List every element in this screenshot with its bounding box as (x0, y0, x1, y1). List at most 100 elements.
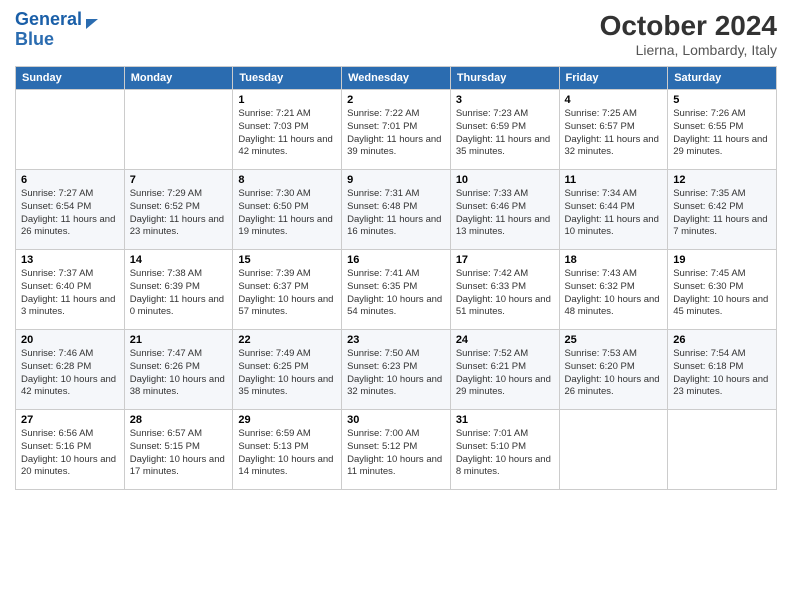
day-info-3-0: Sunrise: 7:46 AM Sunset: 6:28 PM Dayligh… (21, 348, 119, 399)
header: General Blue October 2024 Lierna, Lombar… (15, 10, 777, 58)
week-row-3: 20 Sunrise: 7:46 AM Sunset: 6:28 PM Dayli… (16, 330, 777, 410)
cell-1-2: 8 Sunrise: 7:30 AM Sunset: 6:50 PM Daylig… (233, 170, 342, 250)
day-num-1-1: 7 (130, 174, 228, 186)
day-num-2-3: 16 (347, 254, 445, 266)
day-num-2-1: 14 (130, 254, 228, 266)
day-num-3-3: 23 (347, 334, 445, 346)
cell-1-0: 6Sunrise: 7:27 AM Sunset: 6:54 PM Daylig… (16, 170, 125, 250)
cell-0-3: 2 Sunrise: 7:22 AM Sunset: 7:01 PM Daylig… (342, 90, 451, 170)
cell-4-0: 27 Sunrise: 6:56 AM Sunset: 5:16 PM Dayli… (16, 410, 125, 490)
cell-2-0: 13Sunrise: 7:37 AM Sunset: 6:40 PM Dayli… (16, 250, 125, 330)
day-num-0-3: 2 (347, 94, 445, 106)
day-num-1-2: 8 (238, 174, 336, 186)
day-info-3-1: Sunrise: 7:47 AM Sunset: 6:26 PM Dayligh… (130, 348, 228, 399)
day-info-1-6: Sunrise: 7:35 AM Sunset: 6:42 PM Dayligh… (673, 188, 771, 239)
logo-general: General (15, 9, 82, 29)
col-friday: Friday (559, 67, 668, 90)
day-num-1-6: 12 (673, 174, 771, 186)
day-info-2-3: Sunrise: 7:41 AM Sunset: 6:35 PM Dayligh… (347, 268, 445, 319)
day-num-0-6: 5 (673, 94, 771, 106)
day-num-3-2: 22 (238, 334, 336, 346)
cell-3-0: 20 Sunrise: 7:46 AM Sunset: 6:28 PM Dayli… (16, 330, 125, 410)
day-num-0-4: 3 (456, 94, 554, 106)
day-info-2-1: Sunrise: 7:38 AM Sunset: 6:39 PM Dayligh… (130, 268, 228, 319)
day-info-3-5: Sunrise: 7:53 AM Sunset: 6:20 PM Dayligh… (565, 348, 663, 399)
cell-3-5: 25 Sunrise: 7:53 AM Sunset: 6:20 PM Dayli… (559, 330, 668, 410)
cell-3-1: 21 Sunrise: 7:47 AM Sunset: 6:26 PM Dayli… (124, 330, 233, 410)
cell-4-5 (559, 410, 668, 490)
day-num-1-4: 10 (456, 174, 554, 186)
cell-2-2: 15 Sunrise: 7:39 AM Sunset: 6:37 PM Dayli… (233, 250, 342, 330)
day-info-1-2: Sunrise: 7:30 AM Sunset: 6:50 PM Dayligh… (238, 188, 336, 239)
cell-0-5: 4 Sunrise: 7:25 AM Sunset: 6:57 PM Daylig… (559, 90, 668, 170)
day-info-0-5: Sunrise: 7:25 AM Sunset: 6:57 PM Dayligh… (565, 108, 663, 159)
day-num-3-4: 24 (456, 334, 554, 346)
cell-1-4: 10 Sunrise: 7:33 AM Sunset: 6:46 PM Dayli… (450, 170, 559, 250)
logo: General Blue (15, 10, 98, 50)
cell-3-3: 23 Sunrise: 7:50 AM Sunset: 6:23 PM Dayli… (342, 330, 451, 410)
day-info-1-3: Sunrise: 7:31 AM Sunset: 6:48 PM Dayligh… (347, 188, 445, 239)
day-info-3-2: Sunrise: 7:49 AM Sunset: 6:25 PM Dayligh… (238, 348, 336, 399)
week-row-2: 13Sunrise: 7:37 AM Sunset: 6:40 PM Dayli… (16, 250, 777, 330)
col-tuesday: Tuesday (233, 67, 342, 90)
day-info-2-6: Sunrise: 7:45 AM Sunset: 6:30 PM Dayligh… (673, 268, 771, 319)
day-info-1-0: Sunrise: 7:27 AM Sunset: 6:54 PM Dayligh… (21, 188, 119, 239)
day-info-4-1: Sunrise: 6:57 AM Sunset: 5:15 PM Dayligh… (130, 428, 228, 479)
cell-4-1: 28Sunrise: 6:57 AM Sunset: 5:15 PM Dayli… (124, 410, 233, 490)
day-info-3-4: Sunrise: 7:52 AM Sunset: 6:21 PM Dayligh… (456, 348, 554, 399)
calendar-header-row: Sunday Monday Tuesday Wednesday Thursday… (16, 67, 777, 90)
day-info-0-4: Sunrise: 7:23 AM Sunset: 6:59 PM Dayligh… (456, 108, 554, 159)
calendar-title: October 2024 (600, 10, 777, 42)
cell-2-6: 19 Sunrise: 7:45 AM Sunset: 6:30 PM Dayli… (668, 250, 777, 330)
cell-1-1: 7 Sunrise: 7:29 AM Sunset: 6:52 PM Daylig… (124, 170, 233, 250)
day-num-0-5: 4 (565, 94, 663, 106)
day-info-1-5: Sunrise: 7:34 AM Sunset: 6:44 PM Dayligh… (565, 188, 663, 239)
day-num-2-4: 17 (456, 254, 554, 266)
cell-0-1 (124, 90, 233, 170)
col-monday: Monday (124, 67, 233, 90)
day-info-0-2: Sunrise: 7:21 AM Sunset: 7:03 PM Dayligh… (238, 108, 336, 159)
day-num-3-6: 26 (673, 334, 771, 346)
cell-0-4: 3 Sunrise: 7:23 AM Sunset: 6:59 PM Daylig… (450, 90, 559, 170)
day-info-4-0: Sunrise: 6:56 AM Sunset: 5:16 PM Dayligh… (21, 428, 119, 479)
day-num-4-4: 31 (456, 414, 554, 426)
day-info-0-6: Sunrise: 7:26 AM Sunset: 6:55 PM Dayligh… (673, 108, 771, 159)
day-info-0-3: Sunrise: 7:22 AM Sunset: 7:01 PM Dayligh… (347, 108, 445, 159)
day-info-3-3: Sunrise: 7:50 AM Sunset: 6:23 PM Dayligh… (347, 348, 445, 399)
day-info-3-6: Sunrise: 7:54 AM Sunset: 6:18 PM Dayligh… (673, 348, 771, 399)
day-num-2-6: 19 (673, 254, 771, 266)
logo-blue: Blue (15, 30, 54, 50)
day-num-1-5: 11 (565, 174, 663, 186)
day-num-1-3: 9 (347, 174, 445, 186)
title-block: October 2024 Lierna, Lombardy, Italy (600, 10, 777, 58)
page: General Blue October 2024 Lierna, Lombar… (0, 0, 792, 612)
day-num-0-2: 1 (238, 94, 336, 106)
cell-3-6: 26 Sunrise: 7:54 AM Sunset: 6:18 PM Dayli… (668, 330, 777, 410)
cell-4-6 (668, 410, 777, 490)
col-thursday: Thursday (450, 67, 559, 90)
day-info-2-5: Sunrise: 7:43 AM Sunset: 6:32 PM Dayligh… (565, 268, 663, 319)
day-info-2-2: Sunrise: 7:39 AM Sunset: 6:37 PM Dayligh… (238, 268, 336, 319)
calendar-subtitle: Lierna, Lombardy, Italy (600, 42, 777, 58)
cell-1-5: 11 Sunrise: 7:34 AM Sunset: 6:44 PM Dayli… (559, 170, 668, 250)
day-num-4-0: 27 (21, 414, 119, 426)
day-num-3-1: 21 (130, 334, 228, 346)
col-sunday: Sunday (16, 67, 125, 90)
week-row-4: 27 Sunrise: 6:56 AM Sunset: 5:16 PM Dayli… (16, 410, 777, 490)
cell-1-3: 9 Sunrise: 7:31 AM Sunset: 6:48 PM Daylig… (342, 170, 451, 250)
calendar-table: Sunday Monday Tuesday Wednesday Thursday… (15, 66, 777, 490)
cell-2-3: 16 Sunrise: 7:41 AM Sunset: 6:35 PM Dayli… (342, 250, 451, 330)
cell-4-3: 30Sunrise: 7:00 AM Sunset: 5:12 PM Dayli… (342, 410, 451, 490)
week-row-1: 6Sunrise: 7:27 AM Sunset: 6:54 PM Daylig… (16, 170, 777, 250)
day-info-4-3: Sunrise: 7:00 AM Sunset: 5:12 PM Dayligh… (347, 428, 445, 479)
cell-4-2: 29Sunrise: 6:59 AM Sunset: 5:13 PM Dayli… (233, 410, 342, 490)
col-saturday: Saturday (668, 67, 777, 90)
day-num-3-0: 20 (21, 334, 119, 346)
day-num-2-2: 15 (238, 254, 336, 266)
day-info-1-1: Sunrise: 7:29 AM Sunset: 6:52 PM Dayligh… (130, 188, 228, 239)
cell-1-6: 12 Sunrise: 7:35 AM Sunset: 6:42 PM Dayli… (668, 170, 777, 250)
cell-0-6: 5 Sunrise: 7:26 AM Sunset: 6:55 PM Daylig… (668, 90, 777, 170)
day-num-3-5: 25 (565, 334, 663, 346)
day-info-2-0: Sunrise: 7:37 AM Sunset: 6:40 PM Dayligh… (21, 268, 119, 319)
day-info-1-4: Sunrise: 7:33 AM Sunset: 6:46 PM Dayligh… (456, 188, 554, 239)
